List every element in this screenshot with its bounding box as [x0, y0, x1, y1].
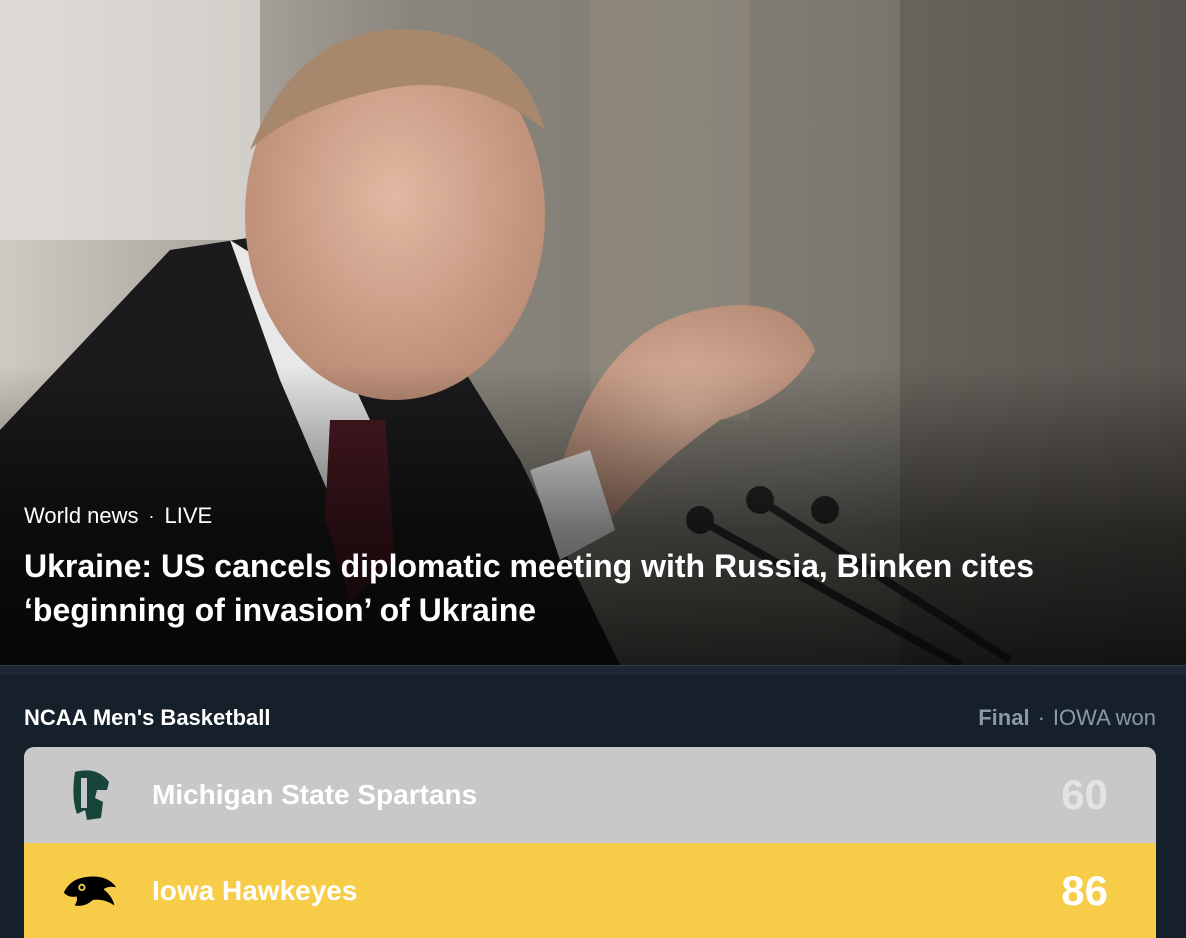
status-final: Final — [978, 705, 1030, 730]
news-hero-card[interactable]: World news · LIVE Ukraine: US cancels di… — [0, 0, 1186, 665]
team-row-iowa[interactable]: Iowa Hawkeyes 86 — [24, 843, 1156, 938]
game-status: Final · IOWA won — [978, 705, 1156, 731]
team-score: 86 — [1061, 866, 1108, 914]
spartan-helmet-icon — [62, 767, 118, 823]
status-result: IOWA won — [1052, 705, 1156, 730]
news-category: World news — [24, 503, 139, 528]
news-meta: World news · LIVE — [24, 503, 212, 529]
section-divider — [0, 665, 1186, 675]
scoreboard-card[interactable]: NCAA Men's Basketball Final · IOWA won M… — [0, 675, 1186, 938]
status-separator: · — [1037, 705, 1045, 730]
meta-separator: · — [148, 505, 155, 526]
team-name: Iowa Hawkeyes — [152, 874, 358, 906]
news-headline[interactable]: Ukraine: US cancels diplomatic meeting w… — [24, 544, 1144, 632]
team-list: Michigan State Spartans 60 Iowa Hawkeyes… — [24, 747, 1156, 938]
hawkeye-icon — [62, 863, 118, 919]
team-name: Michigan State Spartans — [152, 779, 478, 810]
scoreboard-header: NCAA Men's Basketball Final · IOWA won — [24, 705, 1156, 731]
league-name: NCAA Men's Basketball — [24, 705, 271, 730]
team-score: 60 — [1061, 771, 1108, 818]
team-row-michigan-state[interactable]: Michigan State Spartans 60 — [24, 747, 1156, 843]
live-badge: LIVE — [164, 503, 213, 528]
